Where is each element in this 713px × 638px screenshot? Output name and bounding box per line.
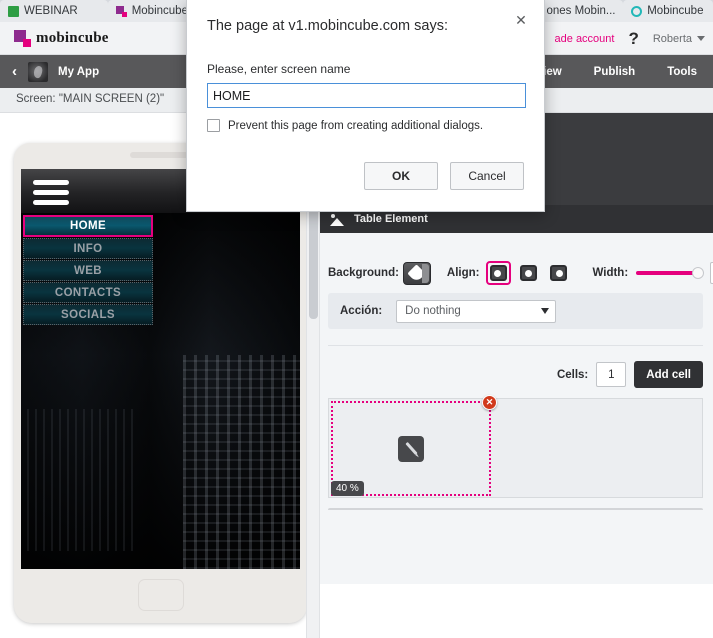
upgrade-account-link[interactable]: ade account (555, 33, 615, 45)
color-swatch-strip (421, 263, 429, 283)
align-center-button[interactable] (516, 261, 541, 285)
dialog-button-group: OK Cancel (364, 162, 524, 190)
width-slider-knob[interactable] (692, 267, 705, 279)
chevron-down-icon (541, 308, 550, 314)
prevent-dialogs-row[interactable]: Prevent this page from creating addition… (207, 119, 483, 132)
teal-ring-icon (631, 5, 643, 17)
cell-delete-button[interactable]: ✕ (482, 395, 497, 410)
phone-speaker (129, 152, 192, 158)
cells-count-input[interactable]: 1 (596, 362, 627, 387)
hamburger-menu-icon[interactable] (33, 180, 69, 210)
app-name-label: My App (58, 65, 100, 78)
nav-item-publish[interactable]: Publish (578, 55, 652, 88)
nav-item-tools[interactable]: Tools (651, 55, 713, 88)
close-icon[interactable]: ✕ (512, 11, 530, 29)
mobincube-icon (115, 5, 127, 17)
accion-row: Acción: Do nothing (328, 293, 703, 329)
dialog-message: Please, enter screen name (207, 62, 351, 76)
phone-menu-list: HOME INFO WEB CONTACTS SOCIALS (23, 215, 153, 326)
background-fill-button[interactable] (402, 261, 431, 285)
phone-menu-item-contacts[interactable]: CONTACTS (23, 282, 153, 303)
header-right-group: ade account ? Roberta (555, 22, 705, 55)
cell-width-badge: 40 % (331, 481, 364, 496)
width-slider-track[interactable] (636, 267, 705, 279)
phone-home-button[interactable] (137, 579, 184, 611)
phone-mockup: HOME INFO WEB CONTACTS SOCIALS (14, 143, 307, 623)
user-name-label: Roberta (652, 32, 692, 45)
chevron-down-icon (697, 36, 705, 41)
phone-menu-item-info[interactable]: INFO (23, 238, 153, 259)
accion-select[interactable]: Do nothing (396, 299, 557, 323)
phone-menu-item-socials[interactable]: SOCIALS (23, 304, 153, 325)
browser-tab-ones-mobin[interactable]: ones Mobin... (538, 0, 624, 22)
section-title-label: Table Element (354, 213, 428, 225)
back-chevron-icon[interactable]: ‹ (12, 64, 17, 79)
pencil-icon (404, 441, 418, 456)
width-label: Width: (592, 267, 629, 279)
accion-select-value: Do nothing (405, 305, 461, 317)
background-label: Background: (328, 267, 399, 279)
browser-tab-label: Mobincube (647, 5, 704, 17)
section-divider (328, 345, 703, 346)
app-thumbnail (28, 61, 48, 82)
phone-menu-item-web[interactable]: WEB (23, 260, 153, 281)
align-label: Align: (446, 267, 480, 279)
align-dot-icon (524, 269, 532, 277)
align-right-button[interactable] (546, 261, 571, 285)
ok-button[interactable]: OK (364, 162, 438, 190)
accion-label: Acción: (340, 305, 383, 317)
background-align-width-row: Background: Align: Width: (328, 261, 713, 285)
mobincube-logo-text: mobincube (36, 30, 109, 46)
browser-tab-label: WEBINAR (24, 5, 78, 17)
cells-label: Cells: (556, 368, 589, 381)
screen-name-input[interactable] (207, 83, 526, 108)
width-slider[interactable] (636, 267, 705, 279)
mobincube-logo[interactable]: mobincube (14, 30, 109, 47)
element-properties-body: Background: Align: Width: Acción: Do not… (320, 233, 713, 563)
green-square-icon (8, 5, 19, 17)
mobincube-logo-icon (14, 30, 31, 47)
user-menu[interactable]: Roberta (653, 33, 705, 45)
add-cell-button[interactable]: Add cell (634, 361, 703, 388)
screen-name-label: Screen: "MAIN SCREEN (2)" (16, 93, 165, 105)
browser-tab-mobincube[interactable]: Mobincube (623, 0, 713, 22)
align-dot-icon (493, 269, 501, 277)
phone-bottom-bezel (14, 569, 307, 623)
cells-control-row: Cells: 1 Add cell (557, 361, 703, 388)
browser-tab-webinar[interactable]: WEBINAR (0, 0, 108, 22)
prevent-dialogs-label: Prevent this page from creating addition… (228, 119, 484, 132)
help-icon[interactable]: ? (628, 29, 638, 49)
dialog-title: The page at v1.mobincube.com says: (207, 18, 448, 34)
align-left-button[interactable] (485, 261, 511, 285)
cell-edit-button[interactable] (398, 435, 424, 462)
cells-canvas: ✕ 40 % (328, 395, 703, 498)
cancel-button[interactable]: Cancel (450, 162, 524, 190)
align-button-group (485, 261, 571, 285)
javascript-prompt-dialog: The page at v1.mobincube.com says: ✕ Ple… (186, 0, 545, 212)
table-cell[interactable]: ✕ 40 % (331, 395, 497, 496)
phone-menu-item-home[interactable]: HOME (23, 215, 153, 237)
prevent-dialogs-checkbox[interactable] (207, 119, 220, 132)
image-element-icon (330, 213, 346, 226)
browser-tab-label: ones Mobin... (546, 5, 616, 17)
phone-screen[interactable]: HOME INFO WEB CONTACTS SOCIALS (21, 169, 300, 569)
align-dot-icon (555, 269, 563, 277)
editor-tail-band (320, 510, 713, 584)
